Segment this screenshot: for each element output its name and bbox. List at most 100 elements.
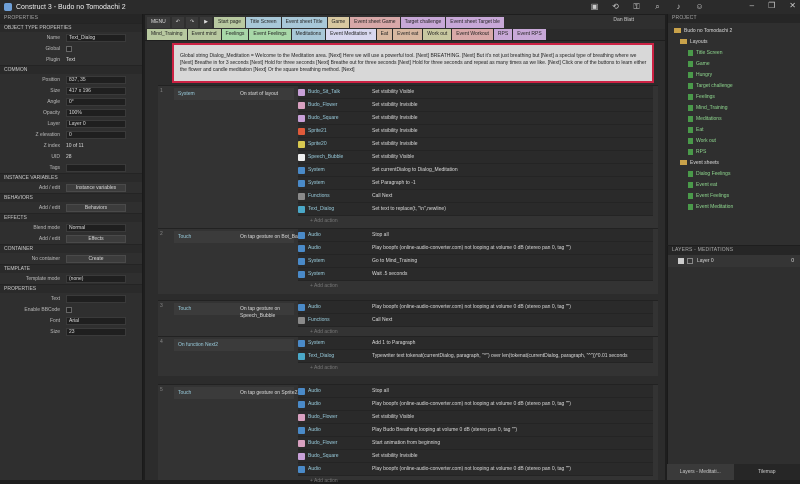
maximize-icon[interactable]: ❐: [768, 1, 775, 10]
section-header[interactable]: BEHAVIORS: [0, 193, 142, 202]
tree-eventsheet-item[interactable]: Event Meditation: [674, 202, 800, 213]
action-row[interactable]: SystemWait .5 seconds: [298, 268, 653, 281]
property-input[interactable]: 0°: [66, 98, 126, 106]
action-row[interactable]: FunctionsCall Next: [298, 314, 653, 327]
action-row[interactable]: SystemGo to Mind_Training: [298, 255, 653, 268]
tab-sheet[interactable]: Event Workout: [452, 29, 493, 40]
tree-eventsheets-folder[interactable]: Event sheets: [674, 158, 800, 169]
undo-icon[interactable]: ⟲: [611, 2, 620, 11]
section-header[interactable]: PROPERTIES: [0, 284, 142, 293]
property-input[interactable]: (none): [66, 275, 126, 283]
tab-top[interactable]: Target challenge: [401, 17, 446, 28]
action-row[interactable]: AudioPlay boopfx (online-audio-converter…: [298, 242, 653, 255]
event-block[interactable]: 1SystemOn start of layoutBudo_Sit_TalkSe…: [158, 85, 658, 229]
play-button[interactable]: ▶: [200, 17, 212, 28]
property-input[interactable]: 23: [66, 328, 126, 336]
tree-layout-item[interactable]: Feelings: [674, 92, 800, 103]
action-row[interactable]: Sprite20Set visibility Invisible: [298, 138, 653, 151]
add-action-link[interactable]: + Add action: [310, 329, 338, 335]
tab-sheet[interactable]: Feelings: [222, 29, 249, 40]
tab-sheet[interactable]: Event eat: [393, 29, 422, 40]
action-row[interactable]: Budo_SquareSet visibility Invisible: [298, 112, 653, 125]
tree-layout-item[interactable]: Eat: [674, 125, 800, 136]
section-header[interactable]: OBJECT TYPE PROPERTIES: [0, 23, 142, 32]
property-input[interactable]: 837, 35: [66, 76, 126, 84]
action-row[interactable]: Budo_FlowerSet visibility Visible: [298, 411, 653, 424]
minimize-icon[interactable]: –: [750, 1, 754, 10]
tree-layout-item[interactable]: RPS: [674, 147, 800, 158]
tree-eventsheet-item[interactable]: Dialog Feelings: [674, 169, 800, 180]
action-row[interactable]: FunctionsCall Next: [298, 190, 653, 203]
section-header[interactable]: INSTANCE VARIABLES: [0, 173, 142, 182]
user-icon[interactable]: ☺: [695, 2, 704, 11]
section-header[interactable]: CONTAINER: [0, 244, 142, 253]
property-input[interactable]: 417 x 196: [66, 87, 126, 95]
tree-layout-item[interactable]: Game: [674, 59, 800, 70]
property-input[interactable]: 100%: [66, 109, 126, 117]
save-icon[interactable]: ▣: [590, 2, 599, 11]
tab-sheet[interactable]: Event RPS: [513, 29, 545, 40]
tree-layout-item[interactable]: Mind_Training: [674, 103, 800, 114]
add-action-link[interactable]: + Add action: [310, 218, 338, 224]
bell-icon[interactable]: ♪: [674, 2, 683, 11]
action-row[interactable]: AudioPlay boopfx (online-audio-converter…: [298, 398, 653, 411]
key-icon[interactable]: ⚿: [632, 2, 641, 11]
property-input[interactable]: Normal: [66, 224, 126, 232]
property-input[interactable]: Text_Dialog: [66, 34, 126, 42]
action-row[interactable]: AudioPlay boopfx (online-audio-converter…: [298, 463, 653, 476]
section-header[interactable]: TEMPLATE: [0, 264, 142, 273]
event-block[interactable]: 2TouchOn tap gesture on Bot_BackAudioSto…: [158, 228, 658, 294]
action-row[interactable]: SystemAdd 1 to Paragraph: [298, 337, 653, 350]
action-row[interactable]: Text_DialogTypewriter text tokenat(curre…: [298, 350, 653, 363]
action-row[interactable]: AudioStop all: [298, 385, 653, 398]
add-action-link[interactable]: + Add action: [310, 478, 338, 484]
event-block[interactable]: 4On function Next2SystemAdd 1 to Paragra…: [158, 336, 658, 376]
tab-top[interactable]: Game: [328, 17, 350, 28]
global-comment[interactable]: Global string Dialog_Meditation = Welcom…: [172, 43, 654, 83]
tree-layouts-folder[interactable]: Layouts: [674, 37, 800, 48]
action-row[interactable]: Budo_Sit_TalkSet visibility Visible: [298, 86, 653, 99]
menu-button[interactable]: MENU: [147, 17, 170, 28]
property-button[interactable]: Instance variables: [66, 184, 126, 192]
add-action-link[interactable]: + Add action: [310, 365, 338, 371]
section-header[interactable]: EFFECTS: [0, 213, 142, 222]
tab-sheet[interactable]: Work out: [423, 29, 451, 40]
redo-button[interactable]: ↷: [186, 17, 198, 28]
tree-layout-item[interactable]: Title Screen: [674, 48, 800, 59]
tab-top[interactable]: Event sheet Target ble: [446, 17, 504, 28]
tab-sheet[interactable]: RPS: [494, 29, 512, 40]
action-row[interactable]: Budo_FlowerSet visibility Invisible: [298, 99, 653, 112]
action-row[interactable]: Speech_BubbleSet visibility Visible: [298, 151, 653, 164]
tree-root[interactable]: Budo no Tomodachi 2: [674, 26, 800, 37]
property-button[interactable]: Effects: [66, 235, 126, 243]
tab-layers[interactable]: Layers - Meditati...: [667, 464, 734, 480]
action-row[interactable]: AudioPlay Budo Breathing looping at volu…: [298, 424, 653, 437]
property-input[interactable]: [66, 295, 126, 303]
event-block[interactable]: 5TouchOn tap gesture on Sprite21AudioSto…: [158, 384, 658, 480]
layer-row[interactable]: Layer 0 0: [668, 255, 800, 267]
property-input[interactable]: Arial: [66, 317, 126, 325]
tree-eventsheet-item[interactable]: Event eat: [674, 180, 800, 191]
property-checkbox[interactable]: [66, 46, 72, 52]
event-block[interactable]: 3TouchOn tap gesture on Speech_BubbleAud…: [158, 300, 658, 340]
tab-top[interactable]: Event sheet Game: [350, 17, 399, 28]
tab-sheet[interactable]: Event Meditation ×: [326, 29, 376, 40]
search-icon[interactable]: ⌕: [653, 2, 662, 11]
tab-sheet[interactable]: Eat: [377, 29, 393, 40]
action-row[interactable]: SystemSet Paragraph to -1: [298, 177, 653, 190]
action-row[interactable]: Budo_FlowerStart animation from beginnin…: [298, 437, 653, 450]
tab-top[interactable]: Start page: [214, 17, 245, 28]
tree-layout-item[interactable]: Target challenge: [674, 81, 800, 92]
event-condition[interactable]: SystemOn start of layout: [174, 88, 294, 100]
tab-top[interactable]: Title Screen: [246, 17, 281, 28]
tab-sheet[interactable]: Meditations: [292, 29, 326, 40]
undo-button[interactable]: ↶: [172, 17, 184, 28]
tree-layout-item[interactable]: Meditations: [674, 114, 800, 125]
action-row[interactable]: Text_DialogSet text to replace(t, "\n",n…: [298, 203, 653, 216]
action-row[interactable]: Sprite21Set visibility Invisible: [298, 125, 653, 138]
action-row[interactable]: AudioPlay boopfx (online-audio-converter…: [298, 301, 653, 314]
property-input[interactable]: [66, 164, 126, 172]
section-header[interactable]: COMMON: [0, 65, 142, 74]
checkbox-icon[interactable]: [678, 258, 684, 264]
property-input[interactable]: Layer 0: [66, 120, 126, 128]
